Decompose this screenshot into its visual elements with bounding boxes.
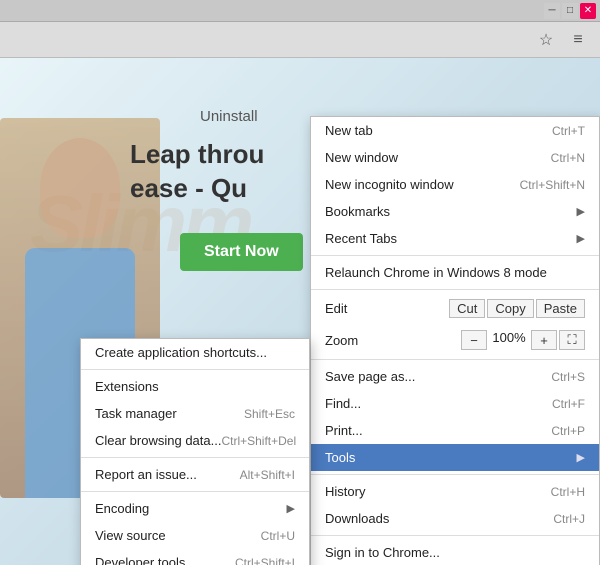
nav-bar: ☆ ≡ — [0, 22, 600, 58]
uninstall-text: Uninstall — [200, 108, 258, 125]
zoom-value: 100% — [489, 330, 529, 350]
edit-cut-button[interactable]: Cut — [449, 299, 485, 318]
menu-item-label: Sign in to Chrome... — [325, 545, 440, 560]
start-now-button[interactable]: Start Now — [180, 233, 303, 271]
maximize-button[interactable]: □ — [562, 3, 578, 19]
menu-separator — [311, 474, 599, 475]
submenu-item-label: Clear browsing data... — [95, 433, 221, 448]
menu-separator — [311, 289, 599, 290]
shortcut: Ctrl+T — [552, 124, 585, 138]
menu-item-relaunch-chrome-in-windows-8-mode[interactable]: Relaunch Chrome in Windows 8 mode — [311, 259, 599, 286]
menu-item-save-page-as[interactable]: Save page as... Ctrl+S — [311, 363, 599, 390]
menu-item-new-tab[interactable]: New tab Ctrl+T — [311, 117, 599, 144]
menu-item-label: Print... — [325, 423, 363, 438]
minimize-button[interactable]: ─ — [544, 3, 560, 19]
headline-text: Leap throuease - Qu — [130, 138, 264, 206]
edit-copy-button[interactable]: Copy — [487, 299, 533, 318]
menu-item-label: New incognito window — [325, 177, 454, 192]
menu-item-label: Downloads — [325, 511, 389, 526]
submenu-arrow-icon: ▶ — [577, 451, 585, 464]
submenu-item-label: Encoding — [95, 501, 149, 516]
submenu-item-developer-tools[interactable]: Developer tools Ctrl+Shift+I — [81, 549, 309, 565]
shortcut: Ctrl+Shift+N — [520, 178, 585, 192]
menu-item-print[interactable]: Print... Ctrl+P — [311, 417, 599, 444]
menu-item-history[interactable]: History Ctrl+H — [311, 478, 599, 505]
menu-item-label: New tab — [325, 123, 373, 138]
submenu-item-report-an-issue[interactable]: Report an issue... Alt+Shift+I — [81, 461, 309, 488]
menu-item-find[interactable]: Find... Ctrl+F — [311, 390, 599, 417]
menu-icon[interactable]: ≡ — [564, 26, 592, 54]
menu-item-label: Tools — [325, 450, 355, 465]
menu-item-downloads[interactable]: Downloads Ctrl+J — [311, 505, 599, 532]
submenu-item-encoding[interactable]: Encoding ▶ — [81, 495, 309, 522]
shortcut: Ctrl+Shift+Del — [221, 434, 296, 448]
submenu-separator — [81, 457, 309, 458]
submenu-arrow-icon: ▶ — [577, 232, 585, 245]
menu-item-label: Relaunch Chrome in Windows 8 mode — [325, 265, 547, 280]
submenu-item-task-manager[interactable]: Task manager Shift+Esc — [81, 400, 309, 427]
shortcut: Alt+Shift+I — [240, 468, 295, 482]
sub-menu: Create application shortcuts... Extension… — [80, 338, 310, 565]
zoom-minus-button[interactable]: − — [461, 330, 487, 350]
zoom-plus-button[interactable]: + — [531, 330, 557, 350]
submenu-separator — [81, 491, 309, 492]
menu-separator — [311, 255, 599, 256]
menu-item-label: Save page as... — [325, 369, 415, 384]
shortcut: Ctrl+S — [551, 370, 585, 384]
shortcut: Ctrl+P — [551, 424, 585, 438]
edit-buttons: CutCopyPaste — [449, 299, 585, 318]
menu-item-new-window[interactable]: New window Ctrl+N — [311, 144, 599, 171]
submenu-item-create-application-shortcuts[interactable]: Create application shortcuts... — [81, 339, 309, 366]
menu-separator — [311, 359, 599, 360]
submenu-separator — [81, 369, 309, 370]
person-head — [40, 138, 120, 238]
menu-item-label: Bookmarks — [325, 204, 390, 219]
menu-item-sign-in-to-chrome[interactable]: Sign in to Chrome... — [311, 539, 599, 565]
shortcut: Ctrl+Shift+I — [235, 556, 295, 565]
shortcut: Ctrl+F — [552, 397, 585, 411]
menu-item-label: New window — [325, 150, 398, 165]
close-button[interactable]: ✕ — [580, 3, 596, 19]
shortcut: Ctrl+H — [551, 485, 585, 499]
dropdown-menu: New tab Ctrl+T New window Ctrl+N New incogni… — [310, 116, 600, 565]
page-content: Slimm Uninstall Leap throuease - Qu Star… — [0, 58, 600, 565]
menu-item-label: History — [325, 484, 365, 499]
bookmark-icon[interactable]: ☆ — [532, 26, 560, 54]
submenu-arrow-icon: ▶ — [287, 502, 295, 515]
submenu-arrow-icon: ▶ — [577, 205, 585, 218]
zoom-controls: − 100% + ⛶ — [461, 330, 585, 350]
shortcut: Shift+Esc — [244, 407, 295, 421]
edit-label: Edit — [325, 301, 347, 316]
title-bar: ─ □ ✕ — [0, 0, 600, 22]
submenu-item-view-source[interactable]: View source Ctrl+U — [81, 522, 309, 549]
menu-item-bookmarks[interactable]: Bookmarks ▶ — [311, 198, 599, 225]
zoom-fullscreen-button[interactable]: ⛶ — [559, 330, 585, 350]
menu-item-label: Recent Tabs — [325, 231, 397, 246]
menu-item-tools[interactable]: Tools ▶ — [311, 444, 599, 471]
menu-item-label: Find... — [325, 396, 361, 411]
submenu-item-label: View source — [95, 528, 166, 543]
submenu-item-label: Task manager — [95, 406, 177, 421]
edit-paste-button[interactable]: Paste — [536, 299, 585, 318]
zoom-label: Zoom — [325, 333, 358, 348]
shortcut: Ctrl+N — [551, 151, 585, 165]
submenu-item-label: Developer tools — [95, 555, 185, 565]
shortcut: Ctrl+J — [553, 512, 585, 526]
submenu-item-label: Report an issue... — [95, 467, 197, 482]
menu-item-new-incognito-window[interactable]: New incognito window Ctrl+Shift+N — [311, 171, 599, 198]
menu-item-recent-tabs[interactable]: Recent Tabs ▶ — [311, 225, 599, 252]
submenu-item-label: Extensions — [95, 379, 159, 394]
submenu-item-extensions[interactable]: Extensions — [81, 373, 309, 400]
menu-item-zoom: Zoom − 100% + ⛶ — [311, 324, 599, 356]
submenu-item-label: Create application shortcuts... — [95, 345, 267, 360]
submenu-item-clear-browsing-data[interactable]: Clear browsing data...Ctrl+Shift+Del — [81, 427, 309, 454]
menu-separator — [311, 535, 599, 536]
shortcut: Ctrl+U — [261, 529, 295, 543]
menu-item-edit: Edit CutCopyPaste — [311, 293, 599, 324]
